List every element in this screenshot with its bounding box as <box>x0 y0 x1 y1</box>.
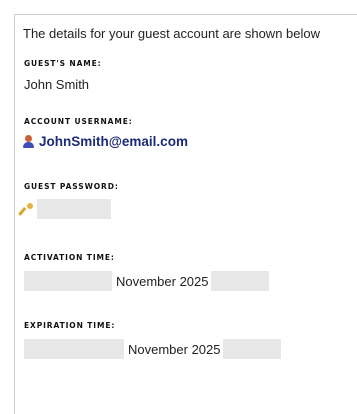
expiration-time-redacted <box>222 339 281 359</box>
expiration-day-redacted <box>24 339 124 359</box>
guest-name-label: GUEST'S NAME: <box>24 59 102 68</box>
activation-time-label: ACTIVATION TIME: <box>24 253 115 262</box>
account-username-value: JohnSmith@email.com <box>39 134 188 149</box>
activation-month-year: November 2025 <box>116 273 209 289</box>
account-username-row: JohnSmith@email.com <box>23 134 188 149</box>
expiration-month-year: November 2025 <box>128 341 221 357</box>
guest-name-value: John Smith <box>24 77 90 92</box>
expiration-time-row: November 2025 <box>24 339 281 359</box>
user-icon <box>23 134 34 149</box>
account-username-label: ACCOUNT USERNAME: <box>24 117 133 126</box>
password-redacted-block <box>37 199 111 219</box>
intro-text: The details for your guest account are s… <box>23 26 321 41</box>
activation-time-row: November 2025 <box>24 271 269 291</box>
key-icon <box>18 203 33 216</box>
guest-password-row <box>18 199 111 219</box>
activation-time-redacted <box>210 271 269 291</box>
guest-password-label: GUEST PASSWORD: <box>24 182 119 191</box>
activation-day-redacted <box>24 271 112 291</box>
expiration-time-label: EXPIRATION TIME: <box>24 321 116 330</box>
